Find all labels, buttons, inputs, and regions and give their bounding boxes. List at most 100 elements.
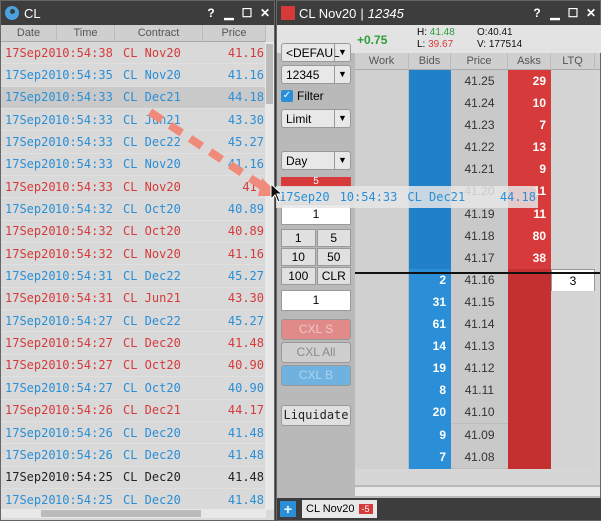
ladder-horizontal-scrollbar[interactable] (355, 487, 600, 496)
ask-cell[interactable]: 9 (508, 158, 551, 182)
ts-vertical-scrollbar[interactable] (265, 42, 274, 510)
table-row[interactable]: 17Sep20 10:54:31 CL Dec22 45.27 (1, 265, 266, 288)
ask-cell[interactable]: 7 (508, 114, 551, 138)
col-price[interactable]: Price (203, 25, 266, 42)
bid-cell[interactable] (409, 114, 451, 138)
work-cell[interactable] (355, 158, 409, 182)
work-cell[interactable] (355, 335, 409, 359)
bid-cell[interactable]: 14 (409, 335, 451, 359)
numpad-5[interactable]: 5 (316, 229, 351, 247)
ladder-titlebar[interactable]: CL Nov20 | 12345 ? ▁ ☐ ✕ (277, 1, 600, 25)
bid-cell[interactable] (409, 92, 451, 116)
table-row[interactable]: 17Sep20 10:54:31 CL Jun21 43.30 (1, 288, 266, 311)
filter-checkbox[interactable]: ✓ (281, 90, 293, 102)
work-cell[interactable] (355, 357, 409, 381)
table-row[interactable]: 17Sep20 10:54:33 CL Dec21 44.18 (1, 86, 266, 110)
table-row[interactable]: 17Sep20 10:54:32 CL Oct20 40.89 (1, 221, 266, 244)
ask-cell[interactable]: 13 (508, 136, 551, 160)
table-row[interactable]: 17Sep20 10:54:26 CL Dec20 41.48 (1, 422, 266, 445)
ask-cell[interactable]: 10 (508, 92, 551, 116)
table-row[interactable]: 17Sep20 10:54:27 CL Oct20 40.90 (1, 377, 266, 400)
table-row[interactable]: 17Sep20 10:54:27 CL Oct20 40.90 (1, 355, 266, 378)
table-row[interactable]: 17Sep20 10:54:26 CL Dec20 41.48 (1, 444, 266, 467)
maximize-icon[interactable]: ☐ (238, 6, 256, 20)
bid-cell[interactable]: 31 (409, 290, 451, 314)
order-type-select[interactable]: Limit ▼ (281, 109, 351, 128)
ask-cell[interactable] (508, 401, 551, 425)
cancel-all-button[interactable]: CXL All (281, 342, 351, 363)
cancel-buys-button[interactable]: CXL B (281, 365, 351, 386)
table-row[interactable]: 17Sep20 10:54:27 CL Dec22 45.27 (1, 310, 266, 333)
table-row[interactable]: 17Sep20 10:54:32 CL Nov20 41.16 (1, 243, 266, 266)
close-icon[interactable]: ✕ (582, 6, 600, 20)
quantity-input[interactable]: 1 (281, 290, 351, 311)
ask-cell[interactable]: 80 (508, 224, 551, 248)
bid-cell[interactable]: 7 (409, 445, 451, 469)
work-cell[interactable] (355, 70, 409, 93)
ask-cell[interactable] (508, 445, 551, 469)
col-date[interactable]: Date (1, 25, 57, 42)
bid-cell[interactable] (409, 224, 451, 248)
bid-cell[interactable] (409, 246, 451, 270)
account-select[interactable]: <DEFAUL ▼ (281, 43, 351, 62)
work-cell[interactable] (355, 114, 409, 138)
ask-cell[interactable] (508, 335, 551, 359)
filter-checkbox-row[interactable]: ✓ Filter (281, 89, 324, 103)
ask-cell[interactable] (508, 290, 551, 314)
table-row[interactable]: 17Sep20 10:54:35 CL Nov20 41.16 (1, 64, 266, 87)
table-row[interactable]: 17Sep20 10:54:27 CL Dec20 41.48 (1, 332, 266, 355)
bid-cell[interactable]: 9 (409, 423, 451, 447)
bid-cell[interactable] (409, 70, 451, 93)
ts-hscroll-thumb[interactable] (41, 510, 201, 517)
bid-cell[interactable]: 61 (409, 313, 451, 337)
add-tab-icon[interactable]: + (280, 501, 296, 517)
tab-cl-nov20[interactable]: CL Nov20 -5 (302, 500, 377, 518)
work-cell[interactable] (355, 136, 409, 160)
ask-cell[interactable] (508, 357, 551, 381)
work-cell[interactable] (355, 379, 409, 403)
work-cell[interactable] (355, 423, 409, 447)
liquidate-button[interactable]: Liquidate (281, 405, 351, 426)
help-icon[interactable]: ? (202, 6, 220, 20)
table-row[interactable]: 17Sep20 10:54:25 CL Dec20 41.48 (1, 489, 266, 510)
work-cell[interactable] (355, 401, 409, 425)
ask-cell[interactable] (508, 423, 551, 447)
ask-cell[interactable]: 29 (508, 70, 551, 93)
numpad-100[interactable]: 100 (281, 267, 316, 285)
cancel-sells-button[interactable]: CXL S (281, 319, 351, 340)
close-icon[interactable]: ✕ (256, 6, 274, 20)
ask-cell[interactable] (508, 313, 551, 337)
account-select-2[interactable]: 12345 ▼ (281, 65, 351, 84)
work-cell[interactable] (355, 224, 409, 248)
dragged-trade-row[interactable]: 17Sep20 10:54:33 CL Dec21 44.18 (276, 186, 538, 208)
table-row[interactable]: 17Sep20 10:54:33 CL Jun21 43.30 (1, 109, 266, 132)
work-cell[interactable] (355, 313, 409, 337)
bid-cell[interactable]: 20 (409, 401, 451, 425)
numpad-10[interactable]: 10 (281, 248, 316, 266)
tif-select[interactable]: Day ▼ (281, 151, 351, 170)
work-cell[interactable] (355, 92, 409, 116)
bid-cell[interactable] (409, 136, 451, 160)
numpad-50[interactable]: 50 (316, 248, 351, 266)
table-row[interactable]: 17Sep20 10:54:25 CL Dec20 41.48 (1, 467, 266, 489)
table-row[interactable]: 17Sep20 10:54:32 CL Oct20 40.89 (1, 198, 266, 221)
col-time[interactable]: Time (57, 25, 115, 42)
minimize-icon[interactable]: ▁ (220, 6, 238, 20)
table-row[interactable]: 17Sep20 10:54:26 CL Dec21 44.17 (1, 400, 266, 422)
numpad-clr[interactable]: CLR (316, 267, 351, 285)
ts-horizontal-scrollbar[interactable] (1, 509, 266, 518)
help-icon[interactable]: ? (528, 6, 546, 20)
table-row[interactable]: 17Sep20 10:54:33 CL Dec22 45.27 (1, 131, 266, 154)
bid-cell[interactable]: 8 (409, 379, 451, 403)
bid-cell[interactable]: 19 (409, 357, 451, 381)
ts-scroll-thumb[interactable] (266, 44, 273, 104)
work-cell[interactable] (355, 445, 409, 469)
maximize-icon[interactable]: ☐ (564, 6, 582, 20)
col-contract[interactable]: Contract (115, 25, 203, 42)
table-row[interactable]: 17Sep20 10:54:33 CL Nov20 41.16 (1, 154, 266, 177)
table-row[interactable]: 17Sep20 10:54:38 CL Nov20 41.16 (1, 42, 266, 65)
work-cell[interactable] (355, 246, 409, 270)
ask-cell[interactable]: 38 (508, 246, 551, 270)
ask-cell[interactable] (508, 379, 551, 403)
numpad-1[interactable]: 1 (281, 229, 316, 247)
